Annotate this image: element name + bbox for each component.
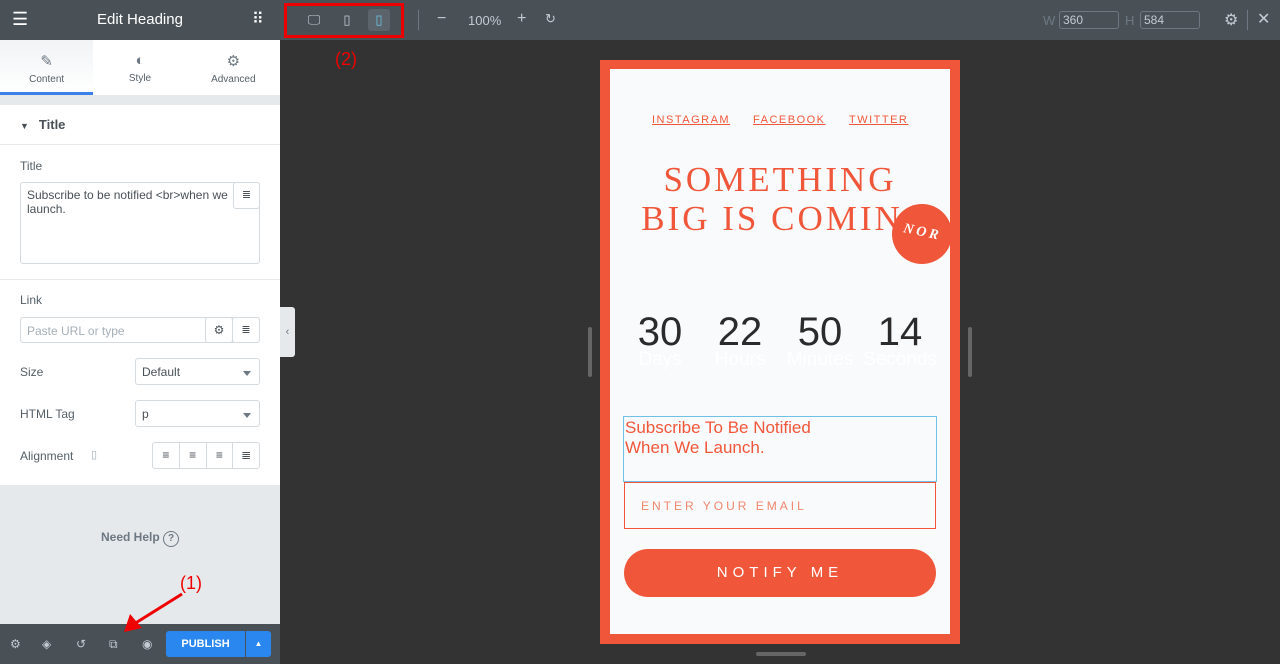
countdown-unit: Days <box>638 349 682 370</box>
instagram-link[interactable]: INSTAGRAM <box>652 114 730 126</box>
height-input[interactable]: 584 <box>1140 11 1200 29</box>
divider <box>418 10 419 30</box>
resize-handle-bottom[interactable] <box>756 652 806 656</box>
subscribe-line-2: When We Launch. <box>625 438 765 457</box>
email-placeholder: ENTER YOUR EMAIL <box>641 499 807 513</box>
notify-me-button[interactable]: NOTIFY ME <box>624 549 936 597</box>
height-label: H <box>1125 13 1135 28</box>
countdown-minutes: 50 Minutes <box>780 310 860 371</box>
collapse-panel-toggle[interactable]: ‹ <box>280 307 295 357</box>
zoom-in-icon[interactable]: + <box>517 10 526 28</box>
resize-handle-right[interactable] <box>968 327 972 377</box>
zoom-out-icon[interactable]: − <box>437 10 446 28</box>
close-icon[interactable]: ✕ <box>1257 9 1270 29</box>
width-label: W <box>1043 13 1056 28</box>
countdown-unit: Minutes <box>786 349 854 370</box>
zoom-level: 100% <box>468 13 502 28</box>
facebook-link[interactable]: FACEBOOK <box>753 114 826 126</box>
subscribe-heading-selected[interactable]: Subscribe To Be Notified When We Launch. <box>623 416 937 482</box>
divider <box>1247 10 1248 30</box>
countdown-unit: Seconds <box>863 349 937 370</box>
countdown-unit: Hours <box>714 349 766 370</box>
resize-handle-left[interactable] <box>588 327 592 377</box>
reset-zoom-icon[interactable]: ↻ <box>545 11 556 27</box>
email-input[interactable]: ENTER YOUR EMAIL <box>624 482 936 529</box>
annotation-highlight-box <box>284 3 404 38</box>
countdown-seconds: 14 Seconds <box>860 310 940 371</box>
countdown-hours: 22 Hours <box>700 310 780 371</box>
twitter-link[interactable]: TWITTER <box>849 114 908 126</box>
annotation-arrow <box>124 592 183 632</box>
countdown-days: 30 Days <box>620 310 700 371</box>
subscribe-line-1: Subscribe To Be Notified <box>625 418 811 437</box>
settings-gear-icon[interactable]: ⚙ <box>1224 10 1238 30</box>
annotation-label-2: (2) <box>335 49 357 69</box>
headline-line-1: SOMETHING <box>663 160 897 199</box>
top-toolbar: 🖵 ▯ ▯ − 100% + ↻ W 360 H 584 ⚙ ✕ <box>280 0 1280 40</box>
width-input[interactable]: 360 <box>1059 11 1119 29</box>
